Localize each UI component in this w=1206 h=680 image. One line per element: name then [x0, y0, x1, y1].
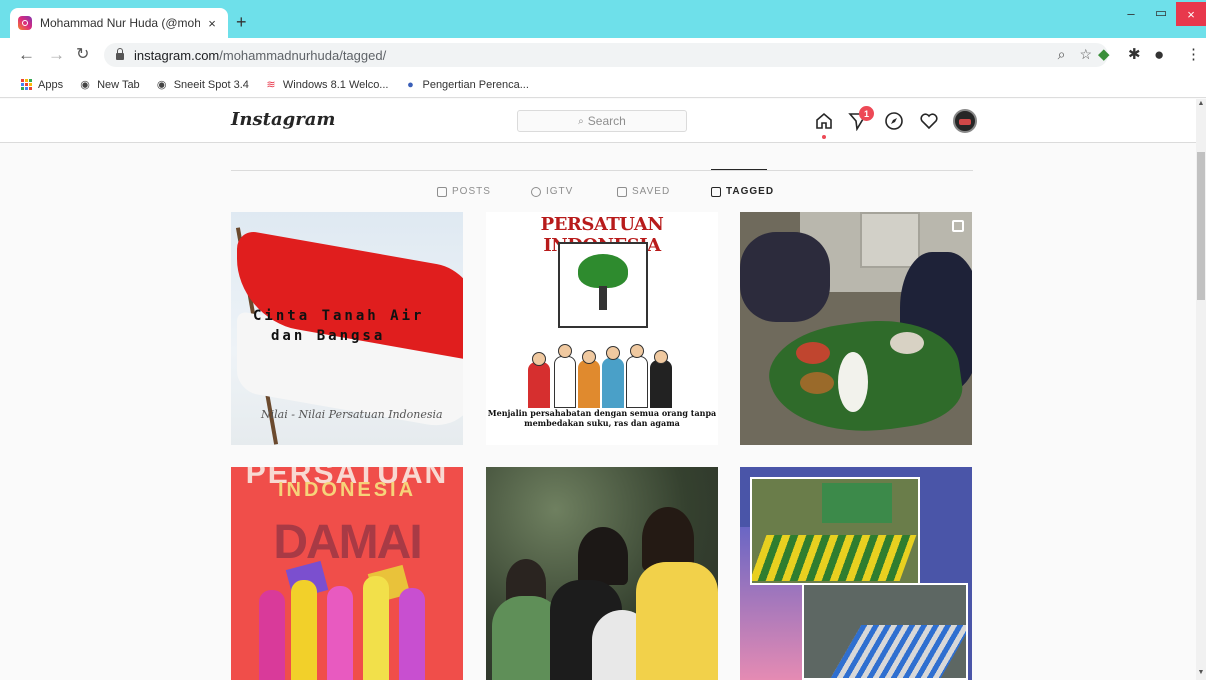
bookmark-star-icon[interactable]: ☆ — [1079, 46, 1092, 63]
figure-illustration — [363, 576, 389, 680]
people-illustration — [526, 332, 676, 408]
tab-close-button[interactable]: × — [204, 16, 220, 31]
figure-illustration — [259, 590, 285, 680]
tab-saved[interactable]: SAVED — [617, 186, 670, 197]
reload-icon[interactable]: ↻ — [76, 44, 89, 66]
bookmark-windows[interactable]: ≋ Windows 8.1 Welco... — [265, 79, 388, 92]
tab-posts[interactable]: POSTS — [437, 186, 491, 197]
post-text-line1: Cinta Tanah Air — [253, 308, 425, 324]
bookmark-icon — [617, 186, 627, 197]
child-head — [578, 527, 628, 585]
back-arrow-icon[interactable]: ← — [18, 44, 35, 66]
globe-icon: ◉ — [156, 79, 167, 91]
extensions-puzzle-icon[interactable]: ✱ — [1128, 45, 1141, 65]
banyan-tree-icon — [578, 254, 628, 288]
home-icon[interactable] — [812, 109, 836, 133]
post-tile[interactable] — [740, 467, 972, 680]
new-tab-button[interactable]: + — [236, 12, 247, 32]
browser-toolbar: ← → ↻ instagram.com/mohammadnurhuda/tagg… — [0, 38, 1206, 72]
browser-tab[interactable]: Mohammad Nur Huda (@mohan × — [10, 8, 228, 38]
post-signature: Nilai - Nilai Persatuan Indonesia — [261, 408, 443, 421]
figure-illustration — [399, 588, 425, 680]
post-tile[interactable] — [486, 467, 718, 680]
scrollbar-thumb[interactable] — [1197, 152, 1205, 300]
bookmarks-bar: Apps ◉ New Tab ◉ Sneeit Spot 3.4 ≋ Windo… — [0, 72, 1206, 98]
bookmark-pengertian[interactable]: ● Pengertian Perenca... — [404, 78, 529, 91]
search-input[interactable]: ⌕ Search — [517, 110, 687, 132]
profile-avatar[interactable] — [953, 109, 977, 133]
post-tile[interactable]: PERSATUAN INDONESIA Menjalin persahabata… — [486, 212, 718, 445]
food-plate — [800, 372, 834, 394]
tree-trunk — [599, 286, 607, 310]
painted-crosswalk — [826, 625, 966, 678]
tab-tagged[interactable]: TAGGED — [711, 186, 774, 197]
figure-illustration — [291, 580, 317, 680]
tabs-divider — [231, 170, 973, 171]
igtv-icon — [531, 186, 541, 197]
zoom-icon[interactable]: ⌕ — [1058, 46, 1066, 63]
site-icon: ● — [407, 78, 414, 91]
active-tab-indicator — [711, 169, 767, 170]
food-plate — [796, 342, 830, 364]
profile-icon[interactable]: ● — [1154, 45, 1164, 65]
maximize-button[interactable]: ▭ — [1146, 0, 1176, 26]
tagged-person-icon — [711, 186, 721, 197]
notification-badge: 1 — [859, 106, 874, 121]
post-text-line2: dan Bangsa — [271, 328, 386, 344]
scroll-up-arrow-icon[interactable]: ▲ — [1196, 100, 1206, 107]
painted-road — [752, 535, 917, 581]
minimize-button[interactable]: – — [1116, 0, 1146, 26]
search-icon: ⌕ — [578, 115, 584, 127]
address-bar[interactable]: instagram.com/mohammadnurhuda/tagged/ ⌕ … — [104, 43, 1108, 67]
collage-photo — [802, 583, 968, 680]
instagram-logo[interactable]: Instagram — [231, 109, 335, 130]
building — [822, 483, 892, 523]
bookmark-apps[interactable]: Apps — [20, 79, 63, 91]
post-tile[interactable] — [740, 212, 972, 445]
post-tile[interactable]: PERSATUAN INDONESIA DAMAI — [231, 467, 463, 680]
wifi-icon: ≋ — [266, 79, 276, 91]
lock-icon — [116, 48, 124, 60]
bookmark-new-tab[interactable]: ◉ New Tab — [79, 79, 139, 92]
tab-strip: Mohammad Nur Huda (@mohan × + – ▭ × — [0, 0, 1206, 38]
globe-icon: ◉ — [80, 79, 90, 91]
post-main-text: DAMAI — [273, 516, 422, 569]
food-plate — [890, 332, 924, 354]
carousel-icon — [952, 220, 964, 232]
menu-icon[interactable]: ⋮ — [1186, 45, 1201, 65]
post-subtitle: INDONESIA — [277, 479, 417, 501]
grid-icon — [437, 186, 447, 197]
tab-igtv[interactable]: IGTV — [531, 186, 573, 197]
post-tile[interactable]: Cinta Tanah Air dan Bangsa Nilai - Nilai… — [231, 212, 463, 445]
post-caption: Menjalin persahabatan dengan semua orang… — [487, 408, 717, 428]
activity-heart-icon[interactable] — [917, 109, 941, 133]
active-indicator-dot — [822, 135, 826, 139]
scroll-down-arrow-icon[interactable]: ▼ — [1196, 669, 1206, 676]
child-shirt — [636, 562, 718, 680]
window-close-button[interactable]: × — [1176, 2, 1206, 26]
door — [860, 212, 920, 268]
bookmark-sneeit[interactable]: ◉ Sneeit Spot 3.4 — [156, 79, 249, 92]
apps-grid-icon — [20, 78, 32, 91]
figure-illustration — [327, 586, 353, 680]
rice-mound — [838, 352, 868, 412]
url-text: instagram.com/mohammadnurhuda/tagged/ — [134, 47, 387, 63]
tab-title: Mohammad Nur Huda (@mohan — [40, 16, 200, 30]
instagram-header: Instagram ⌕ Search — [0, 99, 1196, 143]
extension-icon[interactable]: ◆ — [1098, 45, 1110, 65]
explore-compass-icon[interactable] — [882, 109, 906, 133]
collage-photo — [750, 477, 920, 585]
forward-arrow-icon[interactable]: → — [48, 44, 65, 66]
instagram-favicon-icon — [18, 16, 32, 30]
person-silhouette — [740, 232, 830, 322]
